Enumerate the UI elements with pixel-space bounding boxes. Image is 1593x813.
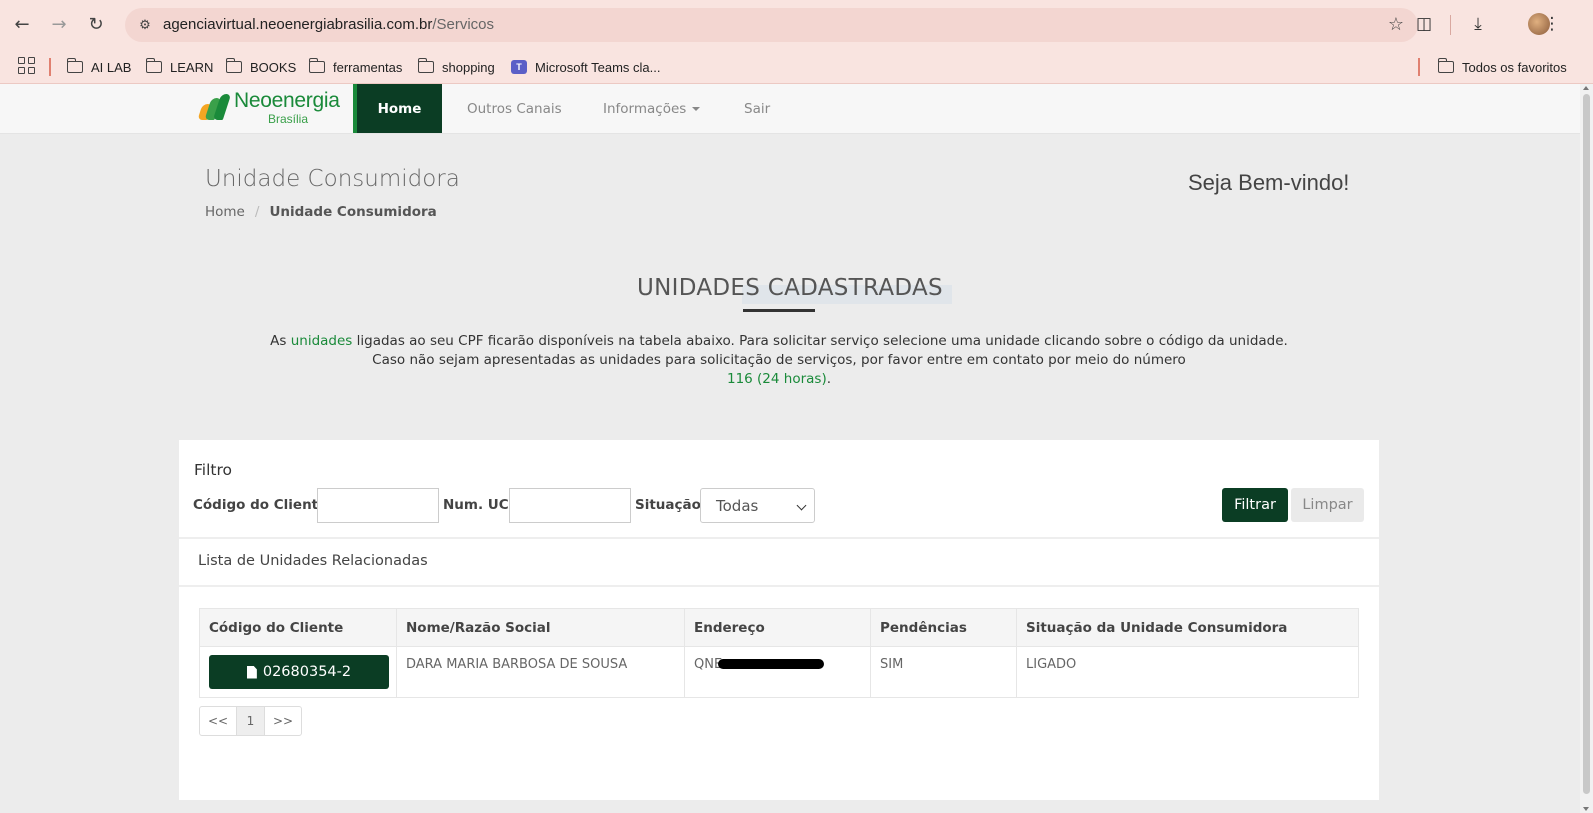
filtrar-button[interactable]: Filtrar <box>1222 488 1288 522</box>
situacao-select[interactable]: Todas <box>700 488 815 523</box>
download-icon[interactable]: ⤓ <box>1466 12 1490 36</box>
welcome-text: Seja Bem-vindo! <box>1188 170 1350 195</box>
situacao-label: Situação: <box>635 497 707 513</box>
browser-toolbar: ← → ↻ ⚙ agenciavirtual.neoenergiabrasili… <box>0 0 1593 50</box>
unit-code-button[interactable]: 02680354-2 <box>209 655 389 689</box>
address-bar[interactable]: ⚙ agenciavirtual.neoenergiabrasilia.com.… <box>125 8 1418 42</box>
url-text[interactable]: agenciavirtual.neoenergiabrasilia.com.br… <box>163 16 494 33</box>
folder-icon <box>308 58 325 73</box>
uc-input[interactable] <box>509 488 631 523</box>
bookmark-ai-lab[interactable]: AI LAB <box>66 57 131 77</box>
col-endereco: Endereço <box>684 608 871 647</box>
col-situacao: Situação da Unidade Consumidora <box>1016 608 1359 647</box>
reload-icon[interactable]: ↻ <box>84 12 108 36</box>
back-arrow-icon[interactable]: ← <box>10 12 34 36</box>
breadcrumb-home[interactable]: Home <box>205 204 245 220</box>
cell-codigo: 02680354-2 <box>199 646 397 698</box>
table-header-row: Código do Cliente Nome/Razão Social Ende… <box>199 608 1359 647</box>
page-title: Unidade Consumidora <box>205 166 460 192</box>
info-line-3: 116 (24 horas). <box>726 371 832 387</box>
logo-brand: Neoenergia <box>234 89 340 112</box>
info-line-1: As unidades ligadas ao seu CPF ficarão d… <box>270 333 1288 349</box>
star-icon[interactable]: ☆ <box>1388 14 1404 35</box>
bookmark-shopping[interactable]: shopping <box>417 57 495 77</box>
col-pendencias: Pendências <box>870 608 1017 647</box>
table-row: 02680354-2 DARA MARIA BARBOSA DE SOUSA Q… <box>199 646 1359 698</box>
col-nome: Nome/Razão Social <box>396 608 685 647</box>
breadcrumb: Home / Unidade Consumidora <box>205 204 437 220</box>
document-icon <box>246 665 257 679</box>
bookmarks-divider <box>1418 58 1420 76</box>
list-title: Lista de Unidades Relacionadas <box>198 553 428 569</box>
panel-divider <box>179 537 1379 539</box>
uc-label: Num. UC: <box>443 497 515 513</box>
bookmark-teams[interactable]: T Microsoft Teams cla... <box>511 57 660 77</box>
toolbar-divider <box>1450 15 1451 35</box>
bookmark-learn[interactable]: LEARN <box>145 57 213 77</box>
menu-dots-icon[interactable]: ⋮ <box>1540 12 1564 36</box>
cell-pendencias: SIM <box>870 646 1017 698</box>
codigo-input[interactable] <box>317 488 439 523</box>
nav-sair[interactable]: Sair <box>744 84 770 133</box>
folder-icon <box>66 58 83 73</box>
units-table: Código do Cliente Nome/Razão Social Ende… <box>199 608 1359 698</box>
all-bookmarks[interactable]: Todos os favoritos <box>1437 57 1567 77</box>
redaction-mark <box>718 658 825 669</box>
pager-page-1[interactable]: 1 <box>237 707 265 735</box>
cell-situacao: LIGADO <box>1016 646 1359 698</box>
forward-arrow-icon[interactable]: → <box>47 12 71 36</box>
logo-leaves-icon <box>197 92 232 120</box>
units-panel: Filtro Código do Cliente: Num. UC: Situa… <box>179 440 1379 800</box>
breadcrumb-current: Unidade Consumidora <box>269 204 437 220</box>
folder-icon <box>1437 58 1454 73</box>
filter-title: Filtro <box>194 461 232 479</box>
cell-endereco: QNE <box>684 646 871 698</box>
bookmark-ferramentas[interactable]: ferramentas <box>308 57 402 77</box>
folder-icon <box>417 58 434 73</box>
teams-icon: T <box>511 60 527 74</box>
pager-prev[interactable]: << <box>200 707 237 735</box>
nav-outros-canais[interactable]: Outros Canais <box>467 84 562 133</box>
nav-home[interactable]: Home <box>353 84 442 133</box>
section-title: UNIDADES CADASTRADAS <box>637 275 943 301</box>
folder-icon <box>225 58 242 73</box>
site-header: Neoenergia Brasília Home Outros Canais I… <box>0 84 1580 134</box>
bookmarks-divider <box>49 58 51 76</box>
apps-grid-icon[interactable] <box>18 57 35 74</box>
page-scrollbar[interactable] <box>1580 84 1593 813</box>
logo-sub: Brasília <box>268 112 309 126</box>
title-underline <box>743 309 815 312</box>
panel-divider <box>179 585 1379 587</box>
nav-informacoes[interactable]: Informações <box>603 84 701 133</box>
col-codigo: Código do Cliente <box>199 608 397 647</box>
pagination: << 1 >> <box>199 706 302 736</box>
cell-nome: DARA MARIA BARBOSA DE SOUSA <box>396 646 685 698</box>
info-highlight: unidades <box>290 333 353 349</box>
bookmark-books[interactable]: BOOKS <box>225 57 296 77</box>
info-line-2: Caso não sejam apresentadas as unidades … <box>372 352 1186 368</box>
limpar-button[interactable]: Limpar <box>1291 488 1364 522</box>
pager-next[interactable]: >> <box>265 707 301 735</box>
extensions-icon[interactable]: ◫ <box>1412 12 1436 36</box>
site-settings-icon[interactable]: ⚙ <box>135 15 155 35</box>
chevron-down-icon <box>796 500 807 511</box>
folder-icon <box>145 58 162 73</box>
phone-number: 116 (24 horas) <box>726 371 827 387</box>
caret-down-icon <box>692 106 701 111</box>
codigo-label: Código do Cliente: <box>193 497 333 513</box>
neoenergia-logo[interactable]: Neoenergia Brasília <box>197 89 340 130</box>
